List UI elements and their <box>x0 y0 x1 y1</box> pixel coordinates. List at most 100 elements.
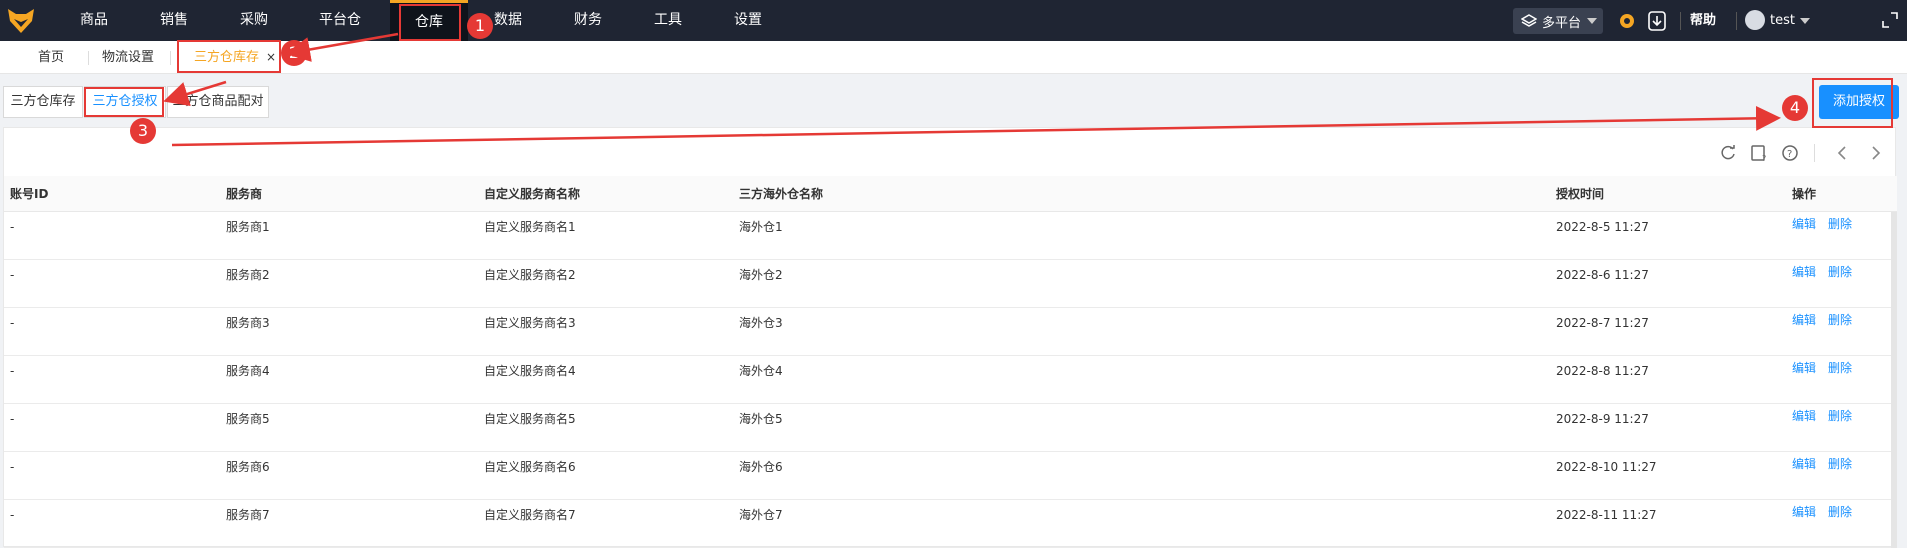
subtab-third-party-inventory[interactable]: 三方仓库存 <box>3 86 83 118</box>
annotation-badge-2: 2 <box>281 40 307 66</box>
cell-provider: 服务商1 <box>226 220 270 234</box>
cell-auth-time: 2022-8-11 11:27 <box>1556 508 1657 522</box>
cell-account-id: - <box>10 508 15 522</box>
avatar[interactable] <box>1745 10 1765 30</box>
cell-custom-name: 自定义服务商名4 <box>484 364 576 378</box>
delete-link[interactable]: 删除 <box>1828 308 1852 332</box>
table-row[interactable]: - 服务商6 自定义服务商名6 海外仓6 2022-8-10 11:27 编辑 删除 <box>4 452 1897 500</box>
nav-item-finance[interactable]: 财务 <box>558 0 618 41</box>
edit-link[interactable]: 编辑 <box>1792 212 1816 236</box>
cell-provider: 服务商3 <box>226 316 270 330</box>
table-row[interactable]: - 服务商4 自定义服务商名4 海外仓4 2022-8-8 11:27 编辑 删除 <box>4 356 1897 404</box>
user-caret-down-icon[interactable] <box>1800 17 1810 25</box>
annotation-box-4 <box>1812 78 1893 128</box>
cell-auth-time: 2022-8-8 11:27 <box>1556 364 1649 378</box>
help-circle-icon[interactable]: ? <box>1781 144 1799 162</box>
cell-provider: 服务商4 <box>226 364 270 378</box>
notification-icon[interactable] <box>1618 12 1636 30</box>
annotation-box-3 <box>84 87 164 117</box>
delete-link[interactable]: 删除 <box>1828 500 1852 524</box>
table-header: 账号ID 服务商 自定义服务商名称 三方海外仓名称 授权时间 操作 <box>4 176 1897 212</box>
nav-item-products[interactable]: 商品 <box>64 0 124 41</box>
fullscreen-icon[interactable] <box>1881 11 1899 29</box>
delete-link[interactable]: 删除 <box>1828 452 1852 476</box>
cell-custom-name: 自定义服务商名3 <box>484 316 576 330</box>
table-row[interactable]: - 服务商7 自定义服务商名7 海外仓7 2022-8-11 11:27 编辑 删除 <box>4 500 1897 548</box>
cell-warehouse-name: 海外仓6 <box>739 460 783 474</box>
delete-link[interactable]: 删除 <box>1828 404 1852 428</box>
chevron-left-icon[interactable] <box>1834 144 1852 162</box>
edit-link[interactable]: 编辑 <box>1792 404 1816 428</box>
cell-custom-name: 自定义服务商名5 <box>484 412 576 426</box>
cell-custom-name: 自定义服务商名7 <box>484 508 576 522</box>
cell-warehouse-name: 海外仓7 <box>739 508 783 522</box>
top-nav-bar: 商品 销售 采购 平台仓 仓库 数据 财务 工具 设置 多平台 帮助 test <box>0 0 1907 41</box>
subtab-product-pairing[interactable]: 三方仓商品配对 <box>167 86 269 118</box>
annotation-box-2 <box>177 40 281 73</box>
toolbar-divider <box>1814 144 1815 162</box>
refresh-icon[interactable] <box>1719 144 1737 162</box>
delete-link[interactable]: 删除 <box>1828 356 1852 380</box>
cell-auth-time: 2022-8-9 11:27 <box>1556 412 1649 426</box>
cell-warehouse-name: 海外仓2 <box>739 268 783 282</box>
cell-account-id: - <box>10 268 15 282</box>
cell-account-id: - <box>10 316 15 330</box>
layers-icon <box>1521 14 1537 27</box>
vertical-scrollbar[interactable] <box>1891 212 1897 548</box>
cell-account-id: - <box>10 412 15 426</box>
edit-link[interactable]: 编辑 <box>1792 260 1816 284</box>
header-custom-name[interactable]: 自定义服务商名称 <box>484 176 580 212</box>
cell-account-id: - <box>10 220 15 234</box>
header-account-id[interactable]: 账号ID <box>10 176 48 212</box>
edit-link[interactable]: 编辑 <box>1792 500 1816 524</box>
cell-custom-name: 自定义服务商名1 <box>484 220 576 234</box>
cell-custom-name: 自定义服务商名6 <box>484 460 576 474</box>
annotation-badge-4: 4 <box>1782 95 1808 121</box>
svg-text:?: ? <box>1762 154 1766 162</box>
cell-auth-time: 2022-8-5 11:27 <box>1556 220 1649 234</box>
cell-provider: 服务商6 <box>226 460 270 474</box>
platform-selector[interactable]: 多平台 <box>1513 8 1603 34</box>
nav-item-platform-warehouse[interactable]: 平台仓 <box>304 0 376 41</box>
table-row[interactable]: - 服务商1 自定义服务商名1 海外仓1 2022-8-5 11:27 编辑 删除 <box>4 212 1897 260</box>
table-row[interactable]: - 服务商5 自定义服务商名5 海外仓5 2022-8-9 11:27 编辑 删除 <box>4 404 1897 452</box>
header-warehouse-name[interactable]: 三方海外仓名称 <box>739 176 823 212</box>
header-provider[interactable]: 服务商 <box>226 176 262 212</box>
cell-warehouse-name: 海外仓5 <box>739 412 783 426</box>
cell-provider: 服务商5 <box>226 412 270 426</box>
chevron-right-icon[interactable] <box>1866 144 1884 162</box>
annotation-box-1 <box>399 4 461 41</box>
delete-link[interactable]: 删除 <box>1828 212 1852 236</box>
user-name[interactable]: test <box>1770 0 1795 41</box>
cell-account-id: - <box>10 460 15 474</box>
fox-logo-icon[interactable] <box>8 9 34 33</box>
table-row[interactable]: - 服务商3 自定义服务商名3 海外仓3 2022-8-7 11:27 编辑 删除 <box>4 308 1897 356</box>
nav-item-purchase[interactable]: 采购 <box>224 0 284 41</box>
header-auth-time[interactable]: 授权时间 <box>1556 176 1604 212</box>
tab-home[interactable]: 首页 <box>38 41 64 74</box>
annotation-badge-1: 1 <box>467 13 493 39</box>
nav-item-sales[interactable]: 销售 <box>144 0 204 41</box>
cell-warehouse-name: 海外仓4 <box>739 364 783 378</box>
download-icon[interactable] <box>1648 11 1666 31</box>
cell-warehouse-name: 海外仓1 <box>739 220 783 234</box>
column-settings-icon[interactable]: ? <box>1750 144 1768 162</box>
delete-link[interactable]: 删除 <box>1828 260 1852 284</box>
annotation-badge-3: 3 <box>130 118 156 144</box>
nav-item-settings[interactable]: 设置 <box>718 0 778 41</box>
edit-link[interactable]: 编辑 <box>1792 308 1816 332</box>
help-link[interactable]: 帮助 <box>1690 0 1716 41</box>
svg-text:?: ? <box>1787 149 1792 160</box>
edit-link[interactable]: 编辑 <box>1792 452 1816 476</box>
nav-divider <box>1680 12 1681 30</box>
edit-link[interactable]: 编辑 <box>1792 356 1816 380</box>
tab-divider <box>88 51 89 65</box>
table-row[interactable]: - 服务商2 自定义服务商名2 海外仓2 2022-8-6 11:27 编辑 删除 <box>4 260 1897 308</box>
cell-auth-time: 2022-8-7 11:27 <box>1556 316 1649 330</box>
nav-item-tools[interactable]: 工具 <box>638 0 698 41</box>
cell-account-id: - <box>10 364 15 378</box>
tab-logistics-settings[interactable]: 物流设置 <box>102 41 154 74</box>
platform-label: 多平台 <box>1542 15 1582 31</box>
header-actions: 操作 <box>1792 187 1817 201</box>
cell-auth-time: 2022-8-10 11:27 <box>1556 460 1657 474</box>
